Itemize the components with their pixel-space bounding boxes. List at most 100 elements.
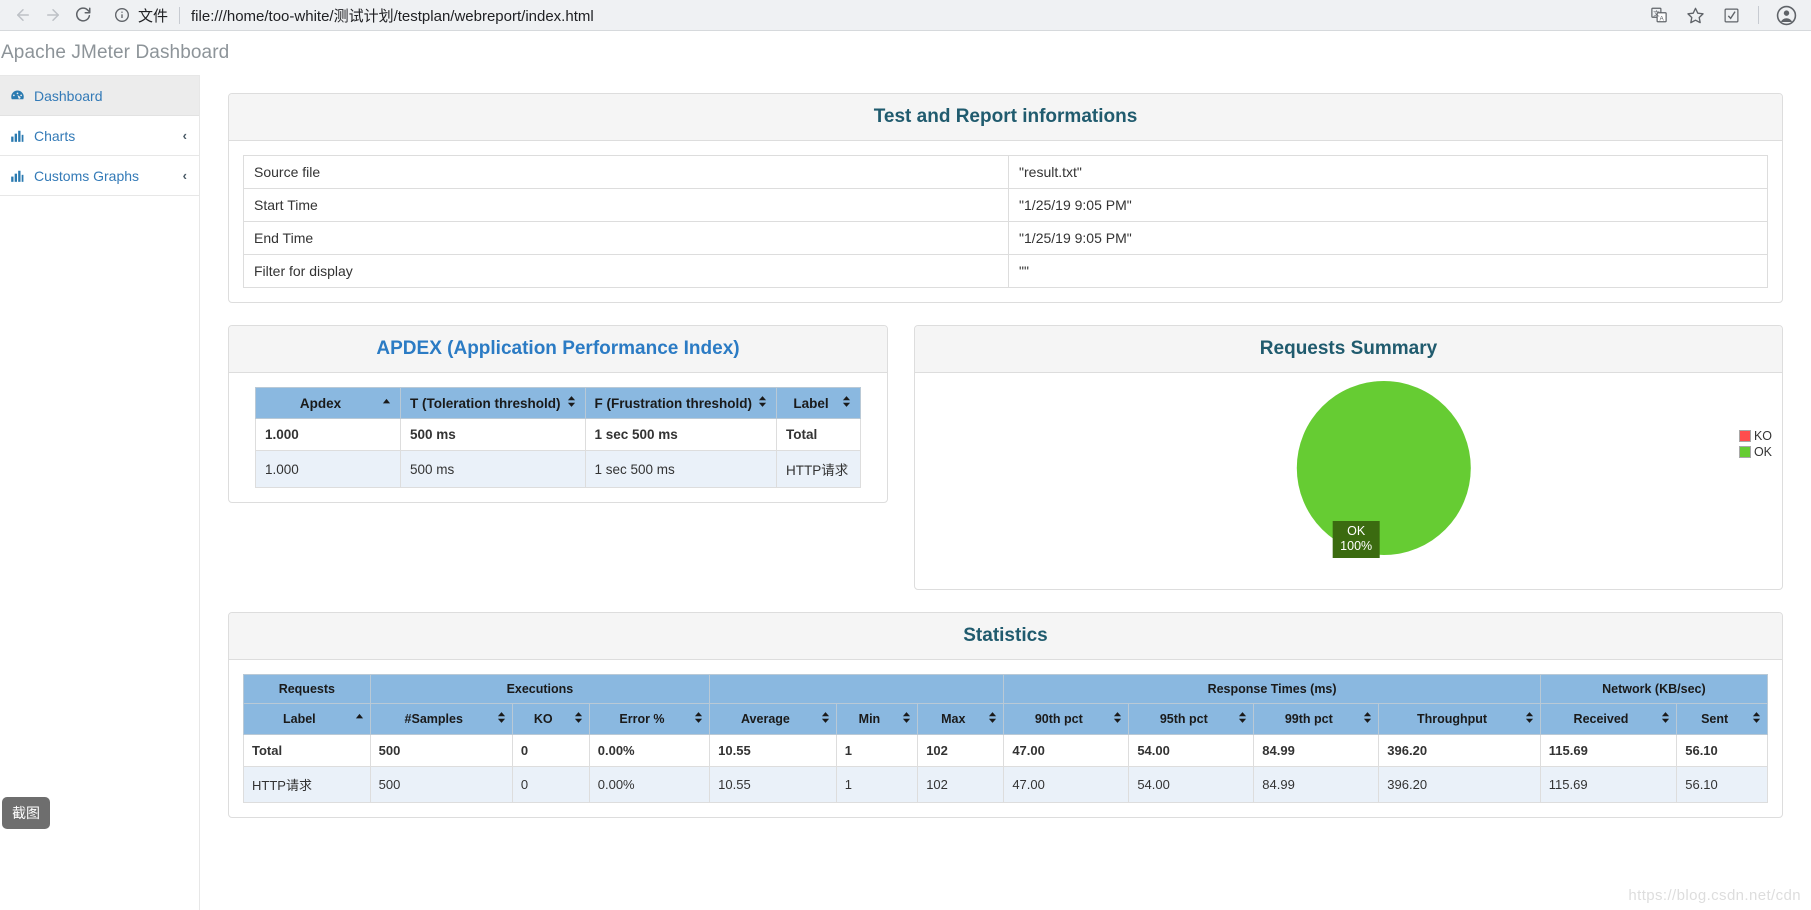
group-header-executions: Executions: [369, 674, 711, 704]
cell-average: 10.55: [709, 766, 837, 803]
apdex-col-frustration[interactable]: F (Frustration threshold): [584, 387, 777, 419]
translate-icon[interactable]: 文 A: [1642, 0, 1676, 30]
stats-col-sent[interactable]: Sent: [1676, 703, 1768, 735]
chevron-left-icon[interactable]: ‹: [183, 168, 187, 183]
bar-chart-icon: [8, 169, 26, 183]
apdex-title: APDEX (Application Performance Index): [376, 338, 740, 359]
table-row: Start Time "1/25/19 9:05 PM": [242, 188, 1768, 222]
sort-both-icon: [902, 711, 911, 727]
bookmark-star-icon[interactable]: [1678, 0, 1712, 30]
cell-label: Total: [243, 734, 371, 767]
apdex-col-label[interactable]: Label: [776, 387, 861, 419]
cell-ko: 0: [511, 734, 590, 767]
apdex-col-apdex[interactable]: Apdex: [255, 387, 401, 419]
legend-item-ko[interactable]: KO: [1738, 429, 1772, 443]
cell-90th-pct: 47.00: [1003, 766, 1130, 803]
pie-slice-ok[interactable]: [1296, 381, 1471, 555]
sidebar: Dashboard Charts ‹ Customs Graphs ‹: [0, 75, 200, 910]
extension-icon[interactable]: [1714, 0, 1748, 30]
url-text: file:///home/too-white/测试计划/testplan/web…: [191, 7, 594, 25]
toolbar-divider: [1758, 6, 1759, 24]
cell-99th-pct: 84.99: [1253, 734, 1380, 767]
pie-chart-area: OK 100% KO OK: [915, 373, 1782, 589]
page-header: Apache JMeter Dashboard: [0, 31, 1811, 75]
profile-icon[interactable]: [1769, 0, 1803, 30]
sort-both-icon: [574, 711, 583, 727]
stats-col-error-pct[interactable]: Error %: [588, 703, 711, 735]
sort-both-icon: [758, 395, 767, 411]
apdex-frustration: 1 sec 500 ms: [584, 450, 777, 488]
stats-col-max[interactable]: Max: [917, 703, 1005, 735]
sidebar-item-charts[interactable]: Charts ‹: [0, 116, 199, 156]
table-row: 1.000 500 ms 1 sec 500 ms Total: [255, 418, 861, 451]
cell-error-pct: 0.00%: [588, 766, 711, 803]
sort-both-icon: [1238, 711, 1247, 727]
legend-swatch-ok: [1738, 446, 1751, 458]
screenshot-button[interactable]: 截图: [2, 797, 50, 829]
cell-samples: 500: [369, 734, 513, 767]
requests-summary-title: Requests Summary: [1259, 338, 1438, 359]
sort-both-icon: [497, 711, 506, 727]
pie-legend: KO OK: [1738, 429, 1772, 461]
sidebar-item-dashboard[interactable]: Dashboard: [0, 76, 199, 116]
requests-summary-chart: OK 100% KO OK: [915, 373, 1782, 589]
address-bar[interactable]: 文件 file:///home/too-white/测试计划/testplan/…: [104, 0, 1642, 30]
panel-header: Statistics: [229, 613, 1782, 660]
stats-col-throughput[interactable]: Throughput: [1378, 703, 1541, 735]
sort-both-icon: [821, 711, 830, 727]
legend-item-ok[interactable]: OK: [1738, 445, 1772, 459]
legend-swatch-ko: [1738, 430, 1751, 442]
stats-col-90th-pct[interactable]: 90th pct: [1003, 703, 1130, 735]
cell-min: 1: [835, 734, 919, 767]
app-body: Dashboard Charts ‹ Customs Graphs ‹ Test…: [0, 75, 1811, 910]
sidebar-item-label: Charts: [34, 127, 76, 144]
stats-col-label[interactable]: Label: [243, 703, 371, 735]
info-value: "1/25/19 9:05 PM": [1008, 221, 1768, 255]
reload-icon[interactable]: [68, 0, 98, 30]
svg-text:A: A: [1659, 15, 1664, 22]
stats-col-samples[interactable]: #Samples: [369, 703, 513, 735]
group-header-network: Network (KB/sec): [1539, 674, 1769, 704]
pie-tooltip-value: 100%: [1340, 539, 1373, 553]
stats-col-99th-pct[interactable]: 99th pct: [1253, 703, 1380, 735]
stats-col-average[interactable]: Average: [709, 703, 837, 735]
apdex-col-toleration[interactable]: T (Toleration threshold): [400, 387, 586, 419]
stats-col-ko[interactable]: KO: [511, 703, 590, 735]
column-label: 95th pct: [1159, 712, 1208, 726]
sidebar-item-customs-graphs[interactable]: Customs Graphs ‹: [0, 156, 199, 196]
info-circle-icon: [114, 7, 130, 23]
bar-chart-icon: [8, 129, 26, 143]
stats-col-min[interactable]: Min: [835, 703, 919, 735]
info-key: Source file: [242, 155, 1010, 189]
panel-header: APDEX (Application Performance Index): [229, 326, 887, 373]
forward-arrow-icon[interactable]: [38, 0, 68, 30]
apdex-table: Apdex T (Toleration threshold) F (Frustr…: [255, 387, 861, 488]
cell-sent: 56.10: [1676, 766, 1768, 803]
statistics-table: Requests Executions Response Times (ms) …: [243, 674, 1769, 803]
legend-label: KO: [1753, 429, 1772, 443]
file-scheme-label: 文件: [138, 7, 169, 25]
statistics-panel: Statistics Requests Executions Response …: [228, 612, 1783, 818]
stats-col-received[interactable]: Received: [1539, 703, 1678, 735]
sort-both-icon: [1661, 711, 1670, 727]
column-label: #Samples: [404, 712, 463, 726]
column-label: Error %: [619, 712, 665, 726]
apdex-label: HTTP请求: [776, 450, 861, 488]
cell-received: 115.69: [1539, 766, 1678, 803]
cell-95th-pct: 54.00: [1128, 734, 1255, 767]
chevron-left-icon[interactable]: ‹: [183, 128, 187, 143]
apdex-column: APDEX (Application Performance Index) Ap…: [228, 325, 888, 525]
apdex-panel: APDEX (Application Performance Index) Ap…: [228, 325, 888, 503]
cell-95th-pct: 54.00: [1128, 766, 1255, 803]
back-arrow-icon[interactable]: [8, 0, 38, 30]
info-value: "": [1008, 254, 1768, 288]
test-report-info-panel: Test and Report informations Source file…: [228, 93, 1783, 303]
stats-col-95th-pct[interactable]: 95th pct: [1128, 703, 1255, 735]
table-group-header-row: Requests Executions Response Times (ms) …: [243, 674, 1769, 704]
dashboard-content: Test and Report informations Source file…: [200, 75, 1811, 910]
sort-both-icon: [1525, 711, 1534, 727]
table-row: Total 500 0 0.00% 10.55 1 102 47.00 54.0…: [243, 734, 1768, 767]
table-row: End Time "1/25/19 9:05 PM": [242, 221, 1768, 255]
group-header-blank: [709, 674, 1005, 704]
sort-both-icon: [694, 711, 703, 727]
